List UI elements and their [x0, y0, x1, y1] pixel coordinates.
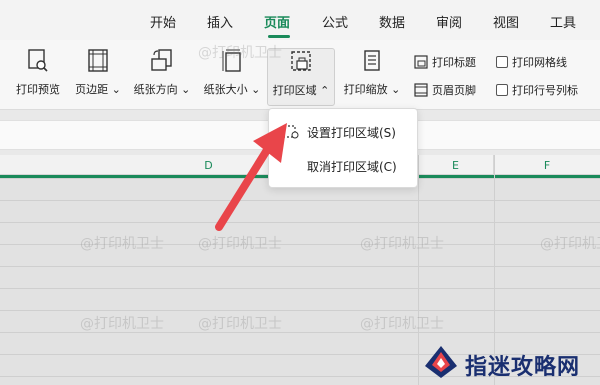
- print-area-text: 打印区域: [272, 84, 317, 97]
- watermark-text: @打印机卫士: [80, 316, 164, 332]
- print-titles-button[interactable]: 打印标题: [414, 52, 476, 72]
- tab-data[interactable]: 数据: [379, 12, 405, 31]
- watermark-text: @打印机卫士: [360, 316, 444, 332]
- margins-button[interactable]: 页边距 ⌄: [70, 48, 126, 106]
- orientation-button[interactable]: 纸张方向 ⌄: [128, 48, 196, 106]
- print-scale-button[interactable]: 打印缩放 ⌄: [338, 48, 406, 106]
- print-preview-label: 打印预览: [16, 83, 60, 96]
- tab-page[interactable]: 页面: [264, 12, 290, 31]
- print-preview-button[interactable]: 打印预览: [10, 48, 66, 106]
- orientation-icon: [151, 49, 172, 71]
- ribbon-toolbar: 打印预览 页边距 ⌄ 纸张方向 ⌄ 纸张大小 ⌄ 打印区域 ⌃ 打印缩放 ⌄ 打…: [0, 40, 600, 110]
- tab-home[interactable]: 开始: [150, 12, 176, 31]
- annotation-arrow-icon: [215, 123, 287, 231]
- watermark-text: @打印机卫士: [198, 45, 282, 61]
- print-titles-icon: [414, 55, 428, 69]
- print-scale-icon: [364, 50, 380, 71]
- tab-tools[interactable]: 工具: [550, 12, 576, 31]
- print-scale-label: 打印缩放 ⌄: [343, 83, 401, 96]
- print-area-label: 打印区域 ⌃: [272, 84, 330, 97]
- print-row-col-check[interactable]: [496, 84, 508, 96]
- tab-formula[interactable]: 公式: [322, 12, 348, 31]
- clear-print-area-label: 取消打印区域(C): [307, 159, 397, 174]
- print-gridlines-label: 打印网格线: [512, 56, 567, 69]
- margins-icon: [88, 49, 108, 72]
- watermark-text: @打印机卫士: [80, 236, 164, 252]
- active-tab-indicator: [268, 35, 290, 38]
- print-area-icon: [291, 51, 311, 71]
- print-gridlines-check[interactable]: [496, 56, 508, 68]
- print-row-col-checkbox[interactable]: 打印行号列标: [496, 80, 578, 100]
- tab-insert[interactable]: 插入: [207, 12, 233, 31]
- margins-label: 页边距 ⌄: [75, 83, 121, 96]
- print-gridlines-checkbox[interactable]: 打印网格线: [496, 52, 567, 72]
- site-logo: 指迷攻略网: [415, 340, 600, 385]
- print-scale-text: 打印缩放: [343, 83, 388, 96]
- watermark-text: @打印机卫士: [540, 236, 600, 252]
- header-footer-icon: [414, 83, 428, 97]
- column-header-e[interactable]: E: [418, 155, 494, 175]
- watermark-text: @打印机卫士: [198, 316, 282, 332]
- watermark-text: @打印机卫士: [360, 236, 444, 252]
- header-footer-label: 页眉页脚: [432, 84, 476, 97]
- paper-size-label: 纸张大小 ⌄: [203, 83, 261, 96]
- menu-tab-bar: 开始 插入 页面 公式 数据 审阅 视图 工具: [0, 0, 600, 40]
- margins-text: 页边距: [75, 83, 109, 96]
- tab-review[interactable]: 审阅: [436, 12, 462, 31]
- column-header-f[interactable]: F: [494, 155, 600, 175]
- paper-size-text: 纸张大小: [203, 83, 248, 96]
- tab-view[interactable]: 视图: [493, 12, 519, 31]
- print-titles-label: 打印标题: [432, 56, 476, 69]
- header-footer-button[interactable]: 页眉页脚: [414, 80, 476, 100]
- print-row-col-label: 打印行号列标: [512, 84, 578, 97]
- set-print-area-label: 设置打印区域(S): [307, 125, 396, 140]
- logo-mark-icon: [425, 346, 457, 378]
- orientation-label: 纸张方向 ⌄: [133, 83, 191, 96]
- print-preview-icon: [28, 49, 48, 72]
- logo-text: 指迷攻略网: [465, 354, 581, 380]
- orientation-text: 纸张方向: [133, 83, 178, 96]
